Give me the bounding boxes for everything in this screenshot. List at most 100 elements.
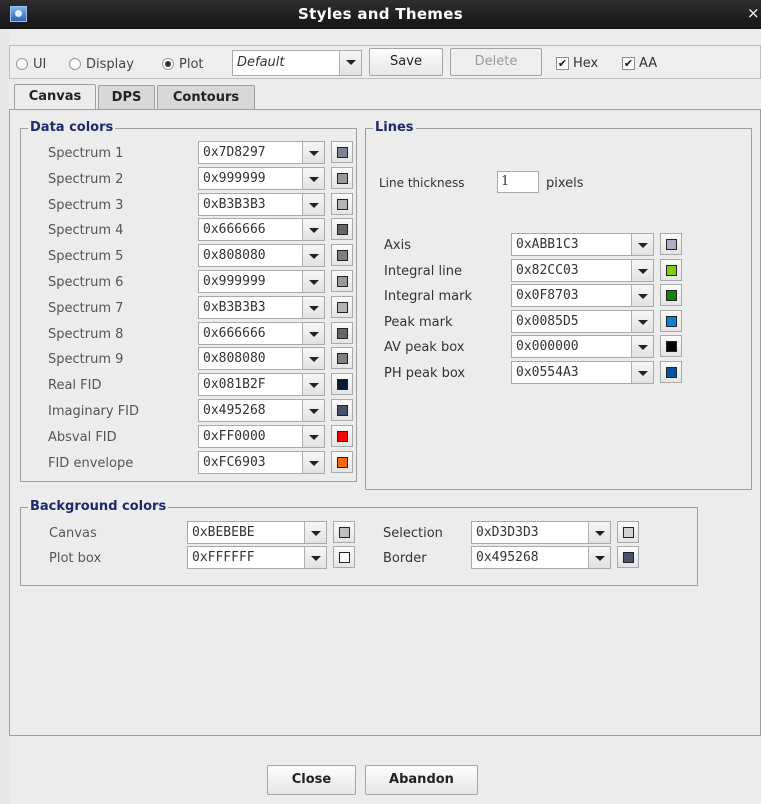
bg-color-border-color-value[interactable]: 0x495268 (472, 547, 588, 568)
data-color-spectrum-3-color-value[interactable]: 0xB3B3B3 (199, 194, 302, 215)
line-color-integral-mark-color-picker-button[interactable] (660, 284, 682, 307)
data-color-spectrum-7-color-value[interactable]: 0xB3B3B3 (199, 297, 302, 318)
line-color-av-peak-box-color-select[interactable]: 0x000000 (511, 335, 654, 359)
line-color-integral-line-color-picker-button[interactable] (660, 258, 682, 281)
chevron-down-icon[interactable] (302, 193, 324, 215)
data-color-spectrum-2-color-picker-button[interactable] (331, 166, 353, 189)
bg-color-border-color-picker-button[interactable] (617, 546, 639, 568)
data-color-spectrum-6-color-select[interactable]: 0x999999 (198, 270, 325, 293)
chevron-down-icon[interactable] (631, 336, 653, 358)
bg-color-canvas-color-select[interactable]: 0xBEBEBE (187, 521, 327, 544)
line-color-axis-color-select[interactable]: 0xABB1C3 (511, 233, 654, 256)
bg-color-canvas-color-value[interactable]: 0xBEBEBE (188, 522, 304, 543)
chevron-down-icon[interactable] (302, 271, 324, 292)
chevron-down-icon[interactable] (631, 285, 653, 307)
hex-check-box[interactable]: ✔ (556, 57, 569, 70)
bg-color-selection-color-picker-button[interactable] (617, 521, 639, 543)
chevron-down-icon[interactable] (302, 374, 324, 396)
radio-display-button[interactable] (69, 58, 81, 70)
hex-checkbox[interactable]: ✔ Hex (556, 56, 598, 71)
data-color-spectrum-2-color-select[interactable]: 0x999999 (198, 166, 325, 190)
data-color-absval-fid-color-value[interactable]: 0xFF0000 (199, 426, 302, 447)
bg-color-plot-box-color-select[interactable]: 0xFFFFFF (187, 546, 327, 569)
close-window-icon[interactable]: × (747, 5, 761, 22)
abandon-button[interactable]: Abandon (365, 765, 478, 795)
data-color-spectrum-8-color-value[interactable]: 0x666666 (199, 323, 302, 344)
data-color-spectrum-8-color-picker-button[interactable] (331, 321, 353, 344)
line-color-ph-peak-box-color-value[interactable]: 0x0554A3 (512, 362, 631, 383)
data-color-spectrum-7-color-select[interactable]: 0xB3B3B3 (198, 295, 325, 319)
line-color-av-peak-box-color-picker-button[interactable] (660, 335, 682, 358)
bg-color-plot-box-color-picker-button[interactable] (333, 546, 355, 568)
line-color-ph-peak-box-color-picker-button[interactable] (660, 361, 682, 383)
chevron-down-icon[interactable] (302, 245, 324, 267)
data-color-spectrum-5-color-select[interactable]: 0x808080 (198, 244, 325, 268)
chevron-down-icon[interactable] (631, 310, 653, 332)
tab-dps[interactable]: DPS (98, 85, 155, 109)
delete-button[interactable]: Delete (450, 48, 542, 76)
theme-select[interactable]: Default (232, 50, 362, 76)
tab-canvas[interactable]: Canvas (14, 84, 96, 110)
data-color-spectrum-4-color-picker-button[interactable] (331, 218, 353, 241)
data-color-spectrum-9-color-picker-button[interactable] (331, 347, 353, 370)
data-color-imaginary-fid-color-picker-button[interactable] (331, 399, 353, 421)
chevron-down-icon[interactable] (302, 219, 324, 241)
data-color-spectrum-2-color-value[interactable]: 0x999999 (199, 168, 302, 189)
data-color-fid-envelope-color-select[interactable]: 0xFC6903 (198, 450, 325, 474)
data-color-imaginary-fid-color-select[interactable]: 0x495268 (198, 399, 325, 422)
chevron-down-icon[interactable] (339, 51, 361, 75)
data-color-real-fid-color-value[interactable]: 0x081B2F (199, 374, 302, 395)
data-color-spectrum-4-color-select[interactable]: 0x666666 (198, 218, 325, 242)
data-color-real-fid-color-select[interactable]: 0x081B2F (198, 373, 325, 397)
data-color-spectrum-9-color-select[interactable]: 0x808080 (198, 347, 325, 371)
bg-color-canvas-color-picker-button[interactable] (333, 521, 355, 543)
data-color-spectrum-6-color-picker-button[interactable] (331, 270, 353, 292)
close-button[interactable]: Close (267, 765, 356, 795)
data-color-spectrum-4-color-value[interactable]: 0x666666 (199, 219, 302, 240)
tab-contours[interactable]: Contours (157, 85, 255, 109)
data-color-real-fid-color-picker-button[interactable] (331, 373, 353, 396)
bg-color-plot-box-color-value[interactable]: 0xFFFFFF (188, 547, 304, 568)
data-color-spectrum-5-color-picker-button[interactable] (331, 244, 353, 267)
bg-color-selection-color-select[interactable]: 0xD3D3D3 (471, 521, 611, 544)
line-color-integral-line-color-select[interactable]: 0x82CC03 (511, 258, 654, 282)
data-color-spectrum-8-color-select[interactable]: 0x666666 (198, 321, 325, 345)
data-color-spectrum-3-color-select[interactable]: 0xB3B3B3 (198, 192, 325, 216)
chevron-down-icon[interactable] (631, 259, 653, 281)
radio-plot[interactable]: Plot (162, 56, 204, 72)
chevron-down-icon[interactable] (631, 234, 653, 255)
data-color-absval-fid-color-select[interactable]: 0xFF0000 (198, 424, 325, 448)
line-color-integral-mark-color-value[interactable]: 0x0F8703 (512, 285, 631, 306)
aa-check-box[interactable]: ✔ (622, 57, 635, 70)
chevron-down-icon[interactable] (588, 547, 610, 568)
chevron-down-icon[interactable] (302, 451, 324, 473)
chevron-down-icon[interactable] (302, 348, 324, 370)
chevron-down-icon[interactable] (302, 142, 324, 163)
data-color-spectrum-7-color-picker-button[interactable] (331, 295, 353, 318)
chevron-down-icon[interactable] (302, 296, 324, 318)
data-color-fid-envelope-color-value[interactable]: 0xFC6903 (199, 452, 302, 473)
chevron-down-icon[interactable] (304, 547, 326, 568)
data-color-spectrum-1-color-select[interactable]: 0x7D8297 (198, 141, 325, 164)
chevron-down-icon[interactable] (302, 322, 324, 344)
radio-ui[interactable]: UI (16, 56, 46, 72)
line-thickness-input[interactable]: 1 (497, 171, 539, 193)
chevron-down-icon[interactable] (631, 362, 653, 383)
data-color-spectrum-1-color-picker-button[interactable] (331, 141, 353, 163)
save-button[interactable]: Save (369, 48, 443, 76)
data-color-spectrum-5-color-value[interactable]: 0x808080 (199, 245, 302, 266)
chevron-down-icon[interactable] (302, 400, 324, 421)
data-color-spectrum-9-color-value[interactable]: 0x808080 (199, 348, 302, 369)
line-color-peak-mark-color-picker-button[interactable] (660, 309, 682, 332)
chevron-down-icon[interactable] (302, 425, 324, 447)
data-color-spectrum-1-color-value[interactable]: 0x7D8297 (199, 142, 302, 163)
chevron-down-icon[interactable] (302, 167, 324, 189)
line-color-ph-peak-box-color-select[interactable]: 0x0554A3 (511, 361, 654, 384)
bg-color-border-color-select[interactable]: 0x495268 (471, 546, 611, 569)
data-color-spectrum-3-color-picker-button[interactable] (331, 192, 353, 215)
line-color-peak-mark-color-value[interactable]: 0x0085D5 (512, 311, 631, 332)
radio-plot-button[interactable] (162, 58, 174, 70)
line-color-axis-color-picker-button[interactable] (660, 233, 682, 255)
line-color-axis-color-value[interactable]: 0xABB1C3 (512, 234, 631, 255)
line-color-integral-line-color-value[interactable]: 0x82CC03 (512, 260, 631, 281)
